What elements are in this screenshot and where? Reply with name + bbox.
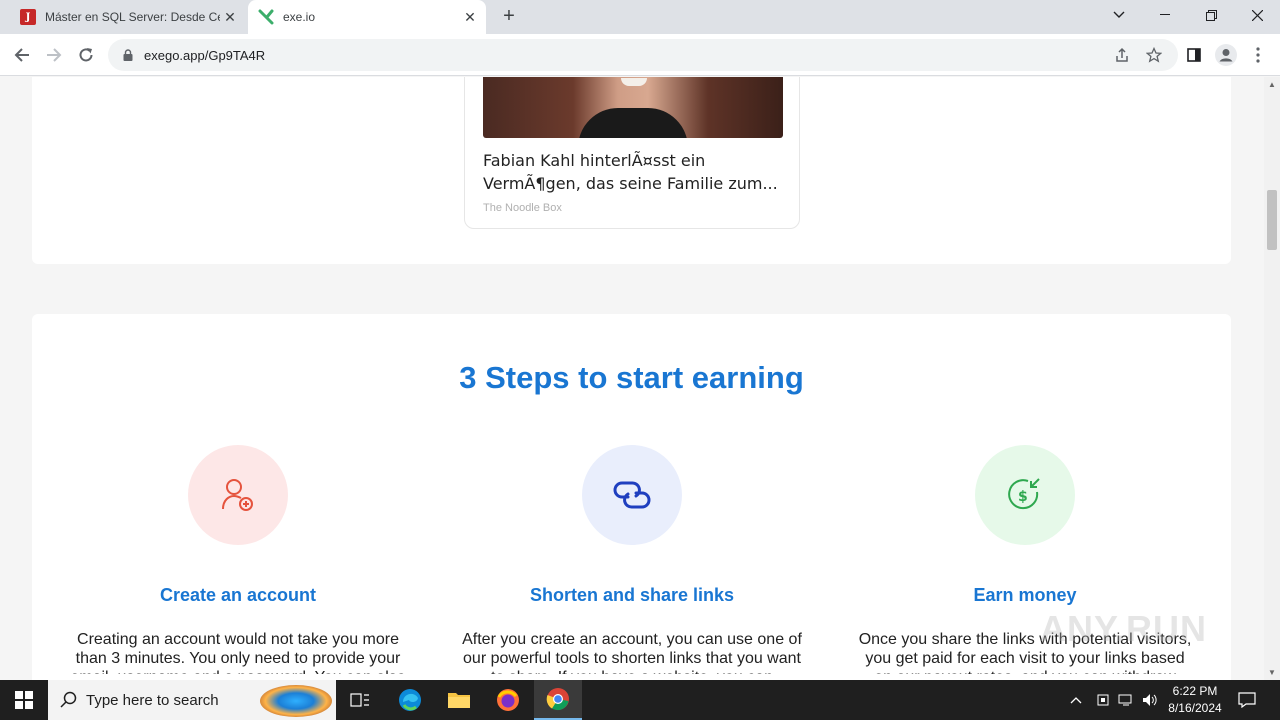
forward-button[interactable]: [42, 43, 66, 67]
exe-io-favicon-icon: [258, 9, 274, 25]
taskbar-search-box[interactable]: Type here to search: [48, 680, 336, 720]
address-bar[interactable]: exego.app/Gp9TA4R: [108, 39, 1178, 71]
link-icon: [582, 445, 682, 545]
scroll-down-arrow-icon[interactable]: ▼: [1268, 668, 1276, 677]
sponsored-ad[interactable]: Fabian Kahl hinterlÃ¤sst ein VermÃ¶gen, …: [464, 77, 800, 229]
page-scrollbar[interactable]: ▲ ▼: [1264, 77, 1280, 680]
browser-toolbar: exego.app/Gp9TA4R: [0, 34, 1280, 76]
file-explorer-icon[interactable]: [435, 680, 483, 720]
profile-avatar-icon[interactable]: [1214, 43, 1238, 67]
search-highlight-image: [260, 685, 332, 717]
step-description: After you create an account, you can use…: [462, 631, 802, 674]
share-icon[interactable]: [1111, 39, 1133, 71]
menu-kebab-icon[interactable]: [1246, 43, 1270, 67]
notifications-icon[interactable]: [1238, 680, 1256, 720]
ad-headline[interactable]: Fabian Kahl hinterlÃ¤sst ein VermÃ¶gen, …: [483, 149, 783, 195]
tab-strip: J Máster en SQL Server: Desde Cer ✕ exe.…: [0, 0, 1280, 34]
reload-button[interactable]: [74, 43, 98, 67]
search-placeholder: Type here to search: [86, 691, 219, 709]
side-panel-icon[interactable]: [1182, 43, 1206, 67]
show-hidden-icons-button[interactable]: [1070, 680, 1082, 720]
edge-browser-icon[interactable]: [386, 680, 434, 720]
tab-title: Máster en SQL Server: Desde Cer: [45, 10, 220, 24]
url-text: exego.app/Gp9TA4R: [144, 47, 266, 63]
ad-source: The Noodle Box: [483, 202, 562, 214]
course-site-icon: J: [20, 9, 36, 25]
system-clock[interactable]: 6:22 PM 8/16/2024: [1160, 683, 1230, 717]
money-icon: $: [975, 445, 1075, 545]
ad-photo: [483, 77, 783, 138]
windows-taskbar: Type here to search 6:22 PM 8/16/2024: [0, 680, 1280, 720]
close-tab-icon[interactable]: ✕: [220, 9, 240, 26]
restore-button[interactable]: [1188, 0, 1234, 30]
firefox-icon[interactable]: [484, 680, 532, 720]
add-user-icon: [188, 445, 288, 545]
page-content: Fabian Kahl hinterlÃ¤sst ein VermÃ¶gen, …: [0, 77, 1264, 680]
close-tab-icon[interactable]: ✕: [460, 9, 480, 26]
step-shorten-links: Shorten and share links After you create…: [462, 445, 802, 674]
scroll-thumb[interactable]: [1267, 190, 1277, 250]
lock-icon: [123, 49, 133, 61]
ad-headline-line: Fabian Kahl hinterlÃ¤sst ein: [483, 151, 706, 170]
step-title: Create an account: [159, 585, 317, 605]
clock-time: 6:22 PM: [1172, 684, 1218, 698]
back-button[interactable]: [10, 43, 34, 67]
step-create-account: Create an account Creating an account wo…: [68, 445, 408, 674]
chrome-icon[interactable]: [534, 680, 582, 720]
anyrun-watermark: ANY.RUN: [1040, 608, 1208, 649]
volume-icon[interactable]: [1142, 680, 1158, 720]
bookmark-star-icon[interactable]: [1143, 39, 1165, 71]
search-icon: [60, 691, 77, 708]
step-title: Earn money: [973, 585, 1077, 605]
section-title: 3 Steps to start earning: [459, 360, 804, 395]
step-title: Shorten and share links: [529, 585, 735, 605]
tab-sql-course[interactable]: J Máster en SQL Server: Desde Cer ✕: [10, 0, 246, 34]
tab-exe-io[interactable]: exe.io ✕: [248, 0, 486, 34]
windows-logo-icon: [15, 691, 33, 709]
close-window-button[interactable]: [1234, 0, 1280, 30]
step-description: Creating an account would not take you m…: [70, 631, 405, 674]
tab-title: exe.io: [283, 10, 316, 24]
minimize-button[interactable]: [1142, 0, 1188, 30]
scroll-up-arrow-icon[interactable]: ▲: [1268, 80, 1276, 89]
device-icon[interactable]: [1096, 680, 1110, 720]
ad-headline-line: VermÃ¶gen, das seine Familie zum...: [483, 174, 778, 193]
svg-text:$: $: [1018, 489, 1028, 505]
new-tab-button[interactable]: +: [498, 6, 520, 28]
task-view-icon[interactable]: [336, 680, 384, 720]
clock-date: 8/16/2024: [1168, 701, 1222, 715]
tab-search-icon[interactable]: [1096, 0, 1142, 30]
network-icon[interactable]: [1118, 680, 1134, 720]
start-button[interactable]: [0, 680, 48, 720]
